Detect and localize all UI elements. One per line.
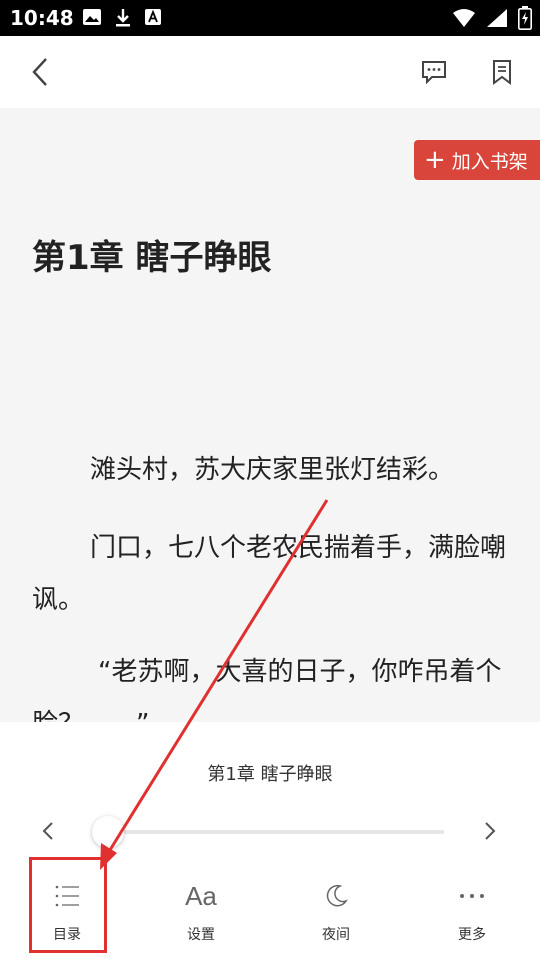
wifi-icon [453, 9, 475, 27]
paragraph: “老苏啊，大喜的日子，你咋吊着个脸？……” [32, 657, 502, 722]
status-notification-icons [82, 8, 162, 28]
bookmark-icon [493, 60, 511, 85]
prev-chapter-button[interactable] [36, 818, 60, 844]
progress-slider-track[interactable] [108, 830, 444, 834]
moon-icon [326, 884, 348, 907]
status-system-icons [452, 6, 532, 30]
night-mode-label: 夜间 [322, 927, 350, 943]
more-button[interactable]: 更多 [432, 878, 512, 952]
progress-slider-thumb[interactable] [92, 816, 124, 848]
comment-icon [422, 61, 446, 85]
night-mode-button[interactable]: 夜间 [296, 878, 376, 952]
annotation-highlight-box [29, 857, 107, 953]
battery-icon [518, 6, 532, 30]
comment-button[interactable] [414, 52, 454, 92]
bookmark-button[interactable] [482, 52, 522, 92]
status-bar: 10:48 [0, 0, 540, 36]
chevron-left-icon [42, 822, 53, 840]
chevron-left-icon [32, 58, 47, 86]
plus-icon: + [424, 145, 446, 175]
current-chapter-title: 第1章 瞎子睁眼 [207, 764, 333, 785]
app-a-icon [145, 9, 161, 25]
signal-icon [487, 9, 507, 27]
settings-label: 设置 [187, 927, 215, 943]
download-icon [116, 9, 130, 27]
paragraph: 门口，七八个老农民揣着手，满脸嘲讽。 [32, 533, 507, 615]
status-time: 10:48 [10, 6, 74, 30]
chapter-heading: 第1章 瞎子睁眼 [32, 238, 272, 278]
more-label: 更多 [458, 927, 486, 943]
image-icon [83, 9, 101, 25]
paragraph: 滩头村，苏大庆家里张灯结彩。 [90, 455, 455, 485]
back-button[interactable] [20, 52, 60, 92]
font-size-icon: Aa [185, 880, 217, 911]
add-to-shelf-button[interactable]: + 加入书架 [414, 140, 540, 180]
settings-button[interactable]: Aa 设置 [161, 878, 241, 952]
more-dots-icon [460, 894, 484, 898]
reading-content: + 加入书架 第1章 瞎子睁眼 滩头村，苏大庆家里张灯结彩。 门口，七八个老农民… [0, 108, 540, 722]
reader-top-bar [0, 36, 540, 109]
add-to-shelf-label: 加入书架 [451, 150, 528, 173]
next-chapter-button[interactable] [478, 818, 502, 844]
chevron-right-icon [485, 822, 496, 840]
